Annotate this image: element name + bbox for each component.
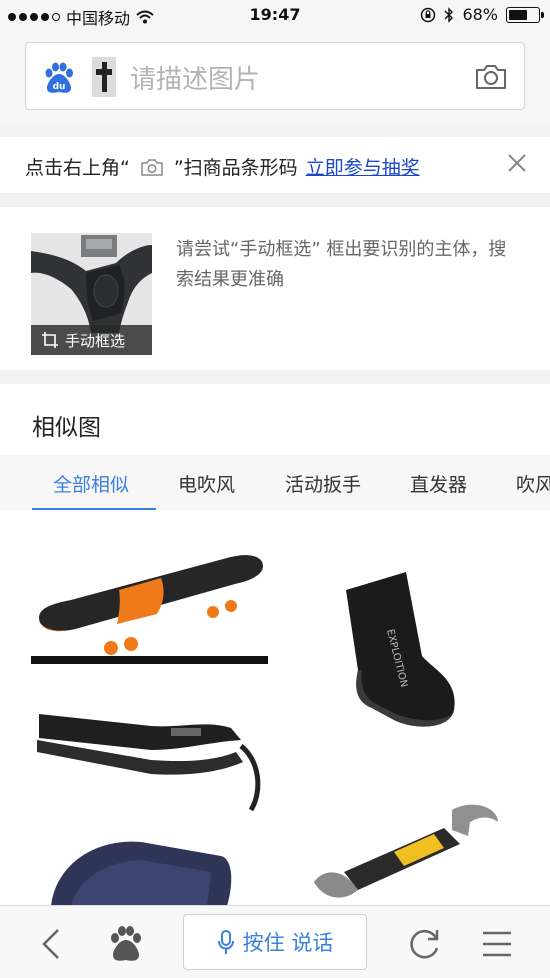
battery-percent: 68% — [462, 5, 498, 24]
tab-hair-straightener[interactable]: 直发器 — [410, 470, 467, 497]
baidu-paw-logo-icon[interactable]: du — [42, 61, 76, 95]
similar-images-title: 相似图 — [32, 415, 101, 441]
tab-all-similar[interactable]: 全部相似 — [53, 470, 129, 497]
crop-label: 手动框选 — [65, 331, 126, 350]
voice-search-button[interactable]: 按住 说话 — [183, 914, 367, 970]
bottom-toolbar: 按住 说话 — [0, 905, 550, 978]
similar-image-sock[interactable]: EXPLOITION — [284, 520, 520, 760]
crop-icon — [42, 332, 58, 348]
microphone-icon — [217, 930, 234, 954]
orientation-lock-icon — [421, 7, 436, 22]
close-icon[interactable] — [506, 152, 528, 174]
divider — [0, 193, 550, 207]
similar-image-skateboard[interactable] — [31, 522, 268, 664]
similar-image-adjustable-wrench[interactable] — [284, 772, 520, 906]
query-image-thumbnail[interactable] — [92, 57, 116, 97]
camera-icon — [141, 158, 163, 176]
tab-adjustable-wrench[interactable]: 活动扳手 — [285, 470, 361, 497]
crop-preview-image[interactable]: 手动框选 — [31, 233, 152, 355]
barcode-notice: 点击右上角“ ”扫商品条形码 立即参与抽奖 — [0, 137, 550, 193]
similar-tabs: 全部相似 电吹风 活动扳手 直发器 吹风 — [0, 455, 550, 510]
tab-blower[interactable]: 吹风 — [516, 470, 550, 497]
svg-text:du: du — [53, 82, 66, 92]
active-tab-indicator — [32, 508, 156, 510]
similar-image-hair-dryer[interactable] — [31, 828, 268, 906]
hint-text: 请尝试“手动框选” 框出要识别的主体，搜索结果更准确 — [176, 239, 507, 290]
back-arrow-icon[interactable] — [32, 924, 72, 964]
status-bar: 中国移动 19:47 68% — [0, 0, 550, 30]
baidu-paw-icon[interactable] — [106, 924, 146, 964]
similar-image-hair-straightener[interactable] — [31, 680, 268, 815]
menu-icon[interactable] — [477, 924, 517, 964]
search-box[interactable]: du 请描述图片 — [25, 42, 525, 110]
tab-hair-dryer[interactable]: 电吹风 — [178, 470, 235, 497]
refresh-icon[interactable] — [404, 924, 444, 964]
notice-suffix: ”扫商品条形码 — [173, 157, 298, 179]
camera-icon[interactable] — [474, 59, 508, 93]
crop-label-band[interactable]: 手动框选 — [31, 325, 152, 355]
notice-prefix: 点击右上角“ — [25, 157, 130, 179]
bluetooth-icon — [444, 6, 454, 23]
manual-crop-hint: 手动框选 请尝试“手动框选” 框出要识别的主体，搜索结果更准确 — [0, 207, 550, 370]
divider — [0, 370, 550, 384]
battery-icon — [506, 6, 544, 23]
status-right: 68% — [420, 5, 544, 24]
lottery-link[interactable]: 立即参与抽奖 — [306, 153, 420, 180]
voice-search-label: 按住 说话 — [242, 931, 334, 955]
divider — [0, 125, 550, 137]
notice-text: 点击右上角“ ”扫商品条形码 立即参与抽奖 — [25, 153, 420, 180]
search-header: du 请描述图片 — [0, 30, 550, 125]
search-input[interactable]: 请描述图片 — [130, 59, 260, 96]
